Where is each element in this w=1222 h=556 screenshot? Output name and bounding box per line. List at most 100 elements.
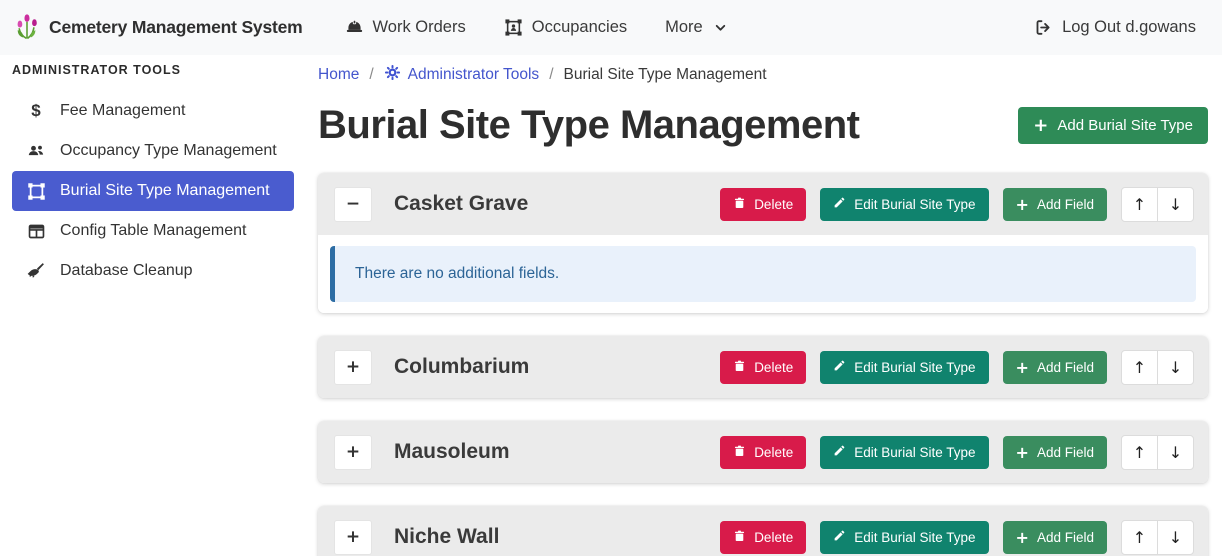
move-down-button[interactable]: ↓	[1157, 520, 1194, 555]
sidebar-item-fee-management[interactable]: $ Fee Management	[12, 91, 294, 131]
nav-item-occupancies[interactable]: Occupancies	[504, 18, 627, 37]
dollar-icon: $	[25, 101, 47, 121]
nav-item-more[interactable]: More	[665, 18, 727, 37]
panel-actions: Delete Edit Burial Site Type + Add Field	[720, 520, 1194, 555]
hard-hat-icon	[345, 18, 364, 37]
edit-label: Edit Burial Site Type	[854, 445, 975, 460]
trash-icon	[733, 359, 746, 376]
sidebar-item-label: Occupancy Type Management	[60, 142, 277, 160]
expand-toggle-button[interactable]: +	[334, 350, 372, 385]
collapse-toggle-button[interactable]: −	[334, 187, 372, 222]
panel-title: Niche Wall	[394, 525, 499, 549]
edit-burial-site-type-button[interactable]: Edit Burial Site Type	[820, 188, 988, 221]
nav-item-label: More	[665, 18, 703, 37]
sidebar: Administrator Tools $ Fee Management Occ…	[0, 55, 310, 556]
top-navbar: Cemetery Management System Work Orders	[0, 0, 1222, 55]
sidebar-heading: Administrator Tools	[12, 63, 310, 77]
edit-label: Edit Burial Site Type	[854, 530, 975, 545]
reorder-button-group: ↑ ↓	[1121, 520, 1194, 555]
trash-icon	[733, 444, 746, 461]
panel-header: − Casket Grave Delete	[318, 173, 1208, 235]
plus-icon: +	[1033, 115, 1048, 136]
edit-burial-site-type-button[interactable]: Edit Burial Site Type	[820, 436, 988, 469]
pencil-icon	[833, 196, 846, 212]
nav-item-label: Work Orders	[373, 18, 466, 37]
move-up-button[interactable]: ↑	[1121, 350, 1158, 385]
tulip-logo-icon	[14, 10, 40, 45]
edit-burial-site-type-button[interactable]: Edit Burial Site Type	[820, 521, 988, 554]
plus-icon: +	[1016, 443, 1029, 462]
breadcrumb-separator: /	[369, 66, 373, 84]
plus-icon: +	[1016, 358, 1029, 377]
expand-toggle-button[interactable]: +	[334, 520, 372, 555]
add-field-label: Add Field	[1037, 360, 1094, 375]
panel-actions: Delete Edit Burial Site Type + Add Field	[720, 435, 1194, 470]
app-brand: Cemetery Management System	[14, 10, 303, 45]
sidebar-item-label: Fee Management	[60, 102, 185, 120]
sidebar-item-label: Burial Site Type Management	[60, 182, 270, 200]
add-field-label: Add Field	[1037, 445, 1094, 460]
move-up-button[interactable]: ↑	[1121, 520, 1158, 555]
add-field-button[interactable]: + Add Field	[1003, 436, 1107, 469]
logout-button[interactable]: Log Out d.gowans	[1034, 18, 1196, 37]
panel-title: Columbarium	[394, 355, 529, 379]
move-down-button[interactable]: ↓	[1157, 187, 1194, 222]
delete-button[interactable]: Delete	[720, 188, 806, 221]
panel-header: + Mausoleum Delete	[318, 421, 1208, 483]
panel-casket-grave: − Casket Grave Delete	[318, 173, 1208, 313]
breadcrumb-separator: /	[549, 66, 553, 84]
edit-label: Edit Burial Site Type	[854, 197, 975, 212]
page-title: Burial Site Type Management	[318, 102, 859, 148]
panel-actions: Delete Edit Burial Site Type + Add Field	[720, 350, 1194, 385]
logout-label: Log Out d.gowans	[1062, 18, 1196, 37]
delete-label: Delete	[754, 530, 793, 545]
move-up-button[interactable]: ↑	[1121, 187, 1158, 222]
edit-burial-site-type-button[interactable]: Edit Burial Site Type	[820, 351, 988, 384]
add-field-label: Add Field	[1037, 197, 1094, 212]
add-burial-site-type-button[interactable]: + Add Burial Site Type	[1018, 107, 1208, 144]
panel-title: Mausoleum	[394, 440, 510, 464]
breadcrumb-admin-tools-label: Administrator Tools	[408, 66, 540, 84]
panel-niche-wall: + Niche Wall Delete	[318, 506, 1208, 556]
move-up-button[interactable]: ↑	[1121, 435, 1158, 470]
sidebar-item-burial-site-type-management[interactable]: Burial Site Type Management	[12, 171, 294, 211]
reorder-button-group: ↑ ↓	[1121, 350, 1194, 385]
add-field-button[interactable]: + Add Field	[1003, 188, 1107, 221]
nav-item-label: Occupancies	[532, 18, 627, 37]
no-fields-alert: There are no additional fields.	[330, 246, 1196, 302]
move-down-button[interactable]: ↓	[1157, 435, 1194, 470]
sidebar-item-occupancy-type-management[interactable]: Occupancy Type Management	[12, 131, 294, 171]
nav-item-work-orders[interactable]: Work Orders	[345, 18, 466, 37]
pencil-icon	[833, 529, 846, 545]
sidebar-item-label: Database Cleanup	[60, 262, 193, 280]
sign-out-icon	[1034, 18, 1053, 37]
table-icon	[25, 222, 47, 241]
frame-user-icon	[504, 18, 523, 37]
panel-actions: Delete Edit Burial Site Type + Add Field	[720, 187, 1194, 222]
delete-label: Delete	[754, 360, 793, 375]
app-title: Cemetery Management System	[49, 17, 303, 38]
move-down-button[interactable]: ↓	[1157, 350, 1194, 385]
breadcrumb: Home /	[318, 64, 1208, 86]
burial-site-type-list: − Casket Grave Delete	[318, 173, 1208, 556]
users-icon	[25, 141, 47, 161]
delete-button[interactable]: Delete	[720, 521, 806, 554]
add-field-button[interactable]: + Add Field	[1003, 521, 1107, 554]
delete-button[interactable]: Delete	[720, 351, 806, 384]
page-header: Burial Site Type Management + Add Burial…	[318, 102, 1208, 148]
panel-mausoleum: + Mausoleum Delete	[318, 421, 1208, 483]
delete-label: Delete	[754, 445, 793, 460]
expand-toggle-button[interactable]: +	[334, 435, 372, 470]
panel-title: Casket Grave	[394, 192, 528, 216]
panel-body: There are no additional fields.	[318, 235, 1208, 313]
reorder-button-group: ↑ ↓	[1121, 435, 1194, 470]
sidebar-item-database-cleanup[interactable]: Database Cleanup	[12, 251, 294, 291]
sidebar-item-config-table-management[interactable]: Config Table Management	[12, 211, 294, 251]
panel-columbarium: + Columbarium Delete	[318, 336, 1208, 398]
breadcrumb-home-link[interactable]: Home	[318, 66, 359, 84]
vector-square-icon	[25, 182, 47, 201]
breadcrumb-admin-tools-link[interactable]: Administrator Tools	[384, 64, 540, 86]
add-field-button[interactable]: + Add Field	[1003, 351, 1107, 384]
delete-button[interactable]: Delete	[720, 436, 806, 469]
panel-header: + Columbarium Delete	[318, 336, 1208, 398]
